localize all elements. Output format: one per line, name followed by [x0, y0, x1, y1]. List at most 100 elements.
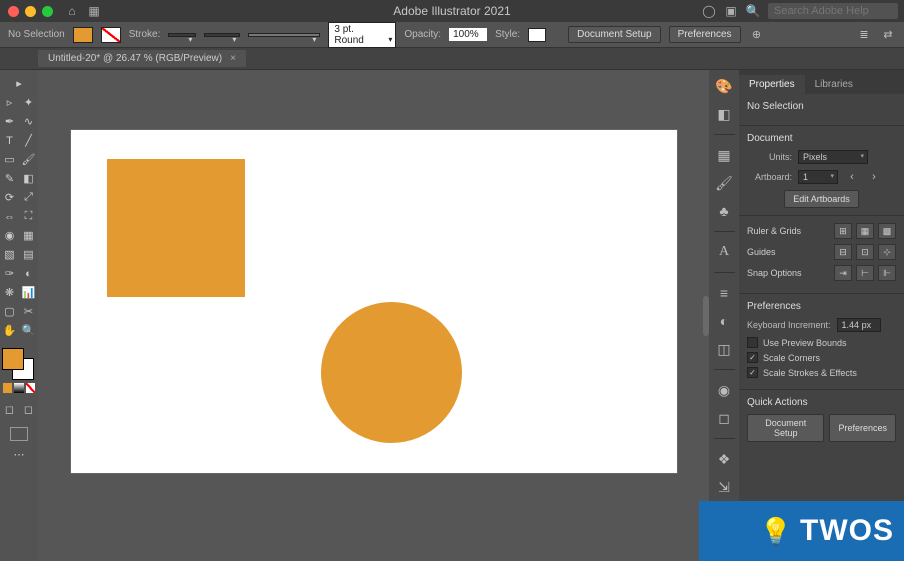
close-window-button[interactable] [8, 6, 19, 17]
eyedropper-tool[interactable]: ✑ [0, 264, 19, 283]
snap-grid-icon[interactable]: ⊩ [878, 265, 896, 281]
shape-builder-tool[interactable]: ◉ [0, 226, 19, 245]
stroke-profile-dropdown[interactable] [204, 33, 240, 37]
preferences-button[interactable]: Preferences [669, 26, 741, 43]
minimize-window-button[interactable] [25, 6, 36, 17]
gradient-panel-icon[interactable]: ◐ [714, 311, 734, 331]
free-transform-tool[interactable]: ⛶ [19, 207, 38, 226]
qa-preferences-button[interactable]: Preferences [829, 414, 896, 442]
hand-tool[interactable]: ✋ [0, 321, 19, 340]
scale-corners-checkbox[interactable]: Scale Corners [747, 352, 896, 363]
fill-indicator[interactable] [2, 348, 24, 370]
grid-toggle-icon[interactable]: ▦ [856, 223, 874, 239]
mesh-tool[interactable]: ▧ [0, 245, 19, 264]
blend-tool[interactable]: ◐ [19, 264, 38, 283]
shaper-tool[interactable]: ✎ [0, 169, 19, 188]
none-mode-button[interactable] [25, 382, 36, 394]
symbol-sprayer-tool[interactable]: ❋ [0, 283, 19, 302]
pen-tool[interactable]: ✒ [0, 112, 19, 131]
brushes-panel-icon[interactable]: 🖌 [714, 173, 734, 193]
guides-lock-icon[interactable]: ⊡ [856, 244, 874, 260]
smart-guides-icon[interactable]: ⊹ [878, 244, 896, 260]
fill-color-swatch[interactable] [73, 27, 93, 43]
artboard-tool[interactable]: ▢ [0, 302, 19, 321]
panel-collapse-handle[interactable] [703, 296, 709, 336]
guides-visibility-icon[interactable]: ⊟ [834, 244, 852, 260]
brush-definition-dropdown[interactable] [248, 33, 320, 37]
stroke-weight-dropdown[interactable] [168, 33, 196, 37]
asset-export-panel-icon[interactable]: ⇲ [714, 477, 734, 497]
appearance-panel-icon[interactable]: ◉ [714, 380, 734, 400]
panel-menu-icon[interactable]: ≣ [856, 27, 872, 43]
width-tool[interactable]: ⇔ [0, 207, 19, 226]
graphic-styles-panel-icon[interactable]: ◻ [714, 408, 734, 428]
stroke-color-swatch[interactable] [101, 27, 121, 43]
qa-document-setup-button[interactable]: Document Setup [747, 414, 824, 442]
snap-point-icon[interactable]: ⊢ [856, 265, 874, 281]
next-artboard-icon[interactable]: › [866, 169, 882, 185]
transparency-panel-icon[interactable]: ◫ [714, 339, 734, 359]
swatches-panel-icon[interactable]: ▦ [714, 145, 734, 165]
units-dropdown[interactable]: Pixels [798, 150, 868, 164]
search-icon[interactable]: 🔍 [746, 4, 760, 18]
draw-behind-icon[interactable]: ◻ [19, 400, 38, 419]
use-preview-bounds-checkbox[interactable]: Use Preview Bounds [747, 337, 896, 348]
screen-mode-button[interactable] [10, 427, 28, 441]
artboard[interactable] [70, 129, 678, 474]
help-search-input[interactable] [768, 3, 898, 19]
window-frame-icon[interactable]: ▣ [724, 4, 738, 18]
paintbrush-tool[interactable]: 🖌 [19, 150, 38, 169]
transparency-grid-icon[interactable]: ▩ [878, 223, 896, 239]
scale-strokes-checkbox[interactable]: Scale Strokes & Effects [747, 367, 896, 378]
graphic-style-swatch[interactable] [528, 28, 546, 42]
arrange-documents-icon[interactable]: ▦ [87, 4, 101, 18]
layers-panel-icon[interactable]: ❖ [714, 449, 734, 469]
gradient-tool[interactable]: ▤ [19, 245, 38, 264]
edit-toolbar-button[interactable]: ⋯ [0, 445, 38, 464]
properties-tab[interactable]: Properties [739, 75, 805, 94]
ellipse-shape[interactable] [321, 302, 462, 443]
rotate-tool[interactable]: ⟳ [0, 188, 19, 207]
color-mode-button[interactable] [2, 382, 13, 394]
scale-tool[interactable]: ⤢ [19, 188, 38, 207]
line-tool[interactable]: ╱ [19, 131, 38, 150]
direct-selection-tool[interactable]: ▹ [0, 93, 19, 112]
perspective-tool[interactable]: ▦ [19, 226, 38, 245]
canvas-area[interactable] [38, 70, 709, 561]
artboard-dropdown[interactable]: 1 [798, 170, 838, 184]
magic-wand-tool[interactable]: ✦ [19, 93, 38, 112]
draw-normal-icon[interactable]: ◻ [0, 400, 19, 419]
document-setup-button[interactable]: Document Setup [568, 26, 661, 43]
rectangle-shape[interactable] [107, 159, 245, 297]
gradient-mode-button[interactable] [13, 382, 24, 394]
stroke-panel-icon[interactable]: ≡ [714, 283, 734, 303]
ruler-toggle-icon[interactable]: ⊞ [834, 223, 852, 239]
user-icon[interactable]: ◯ [702, 4, 716, 18]
home-icon[interactable]: ⌂ [65, 4, 79, 18]
snap-pixel-icon[interactable]: ⇥ [834, 265, 852, 281]
curvature-tool[interactable]: ∿ [19, 112, 38, 131]
fullscreen-window-button[interactable] [42, 6, 53, 17]
rectangle-tool[interactable]: ▭ [0, 150, 19, 169]
eraser-tool[interactable]: ◧ [19, 169, 38, 188]
prev-artboard-icon[interactable]: ‹ [844, 169, 860, 185]
selection-tool[interactable]: ▸ [0, 74, 38, 93]
type-tool[interactable]: T [0, 131, 19, 150]
edit-artboards-button[interactable]: Edit Artboards [784, 190, 859, 208]
slice-tool[interactable]: ✂ [19, 302, 38, 321]
fill-stroke-indicator[interactable] [0, 346, 38, 396]
zoom-tool[interactable]: 🔍 [19, 321, 38, 340]
stroke-style-dropdown[interactable]: 3 pt. Round [328, 22, 396, 48]
libraries-tab[interactable]: Libraries [805, 75, 863, 94]
opacity-input[interactable]: 100% [449, 28, 487, 41]
align-icon[interactable]: ⊕ [749, 27, 765, 43]
keyboard-increment-input[interactable]: 1.44 px [837, 318, 881, 332]
workspace-switcher-icon[interactable]: ⇄ [880, 27, 896, 43]
type-panel-icon[interactable]: A [714, 242, 734, 262]
document-tab[interactable]: Untitled-20* @ 26.47 % (RGB/Preview) × [38, 50, 246, 67]
color-panel-icon[interactable]: 🎨 [714, 76, 734, 96]
color-guide-panel-icon[interactable]: ◧ [714, 104, 734, 124]
symbols-panel-icon[interactable]: ♣ [714, 201, 734, 221]
close-tab-icon[interactable]: × [230, 53, 236, 64]
graph-tool[interactable]: 📊 [19, 283, 38, 302]
